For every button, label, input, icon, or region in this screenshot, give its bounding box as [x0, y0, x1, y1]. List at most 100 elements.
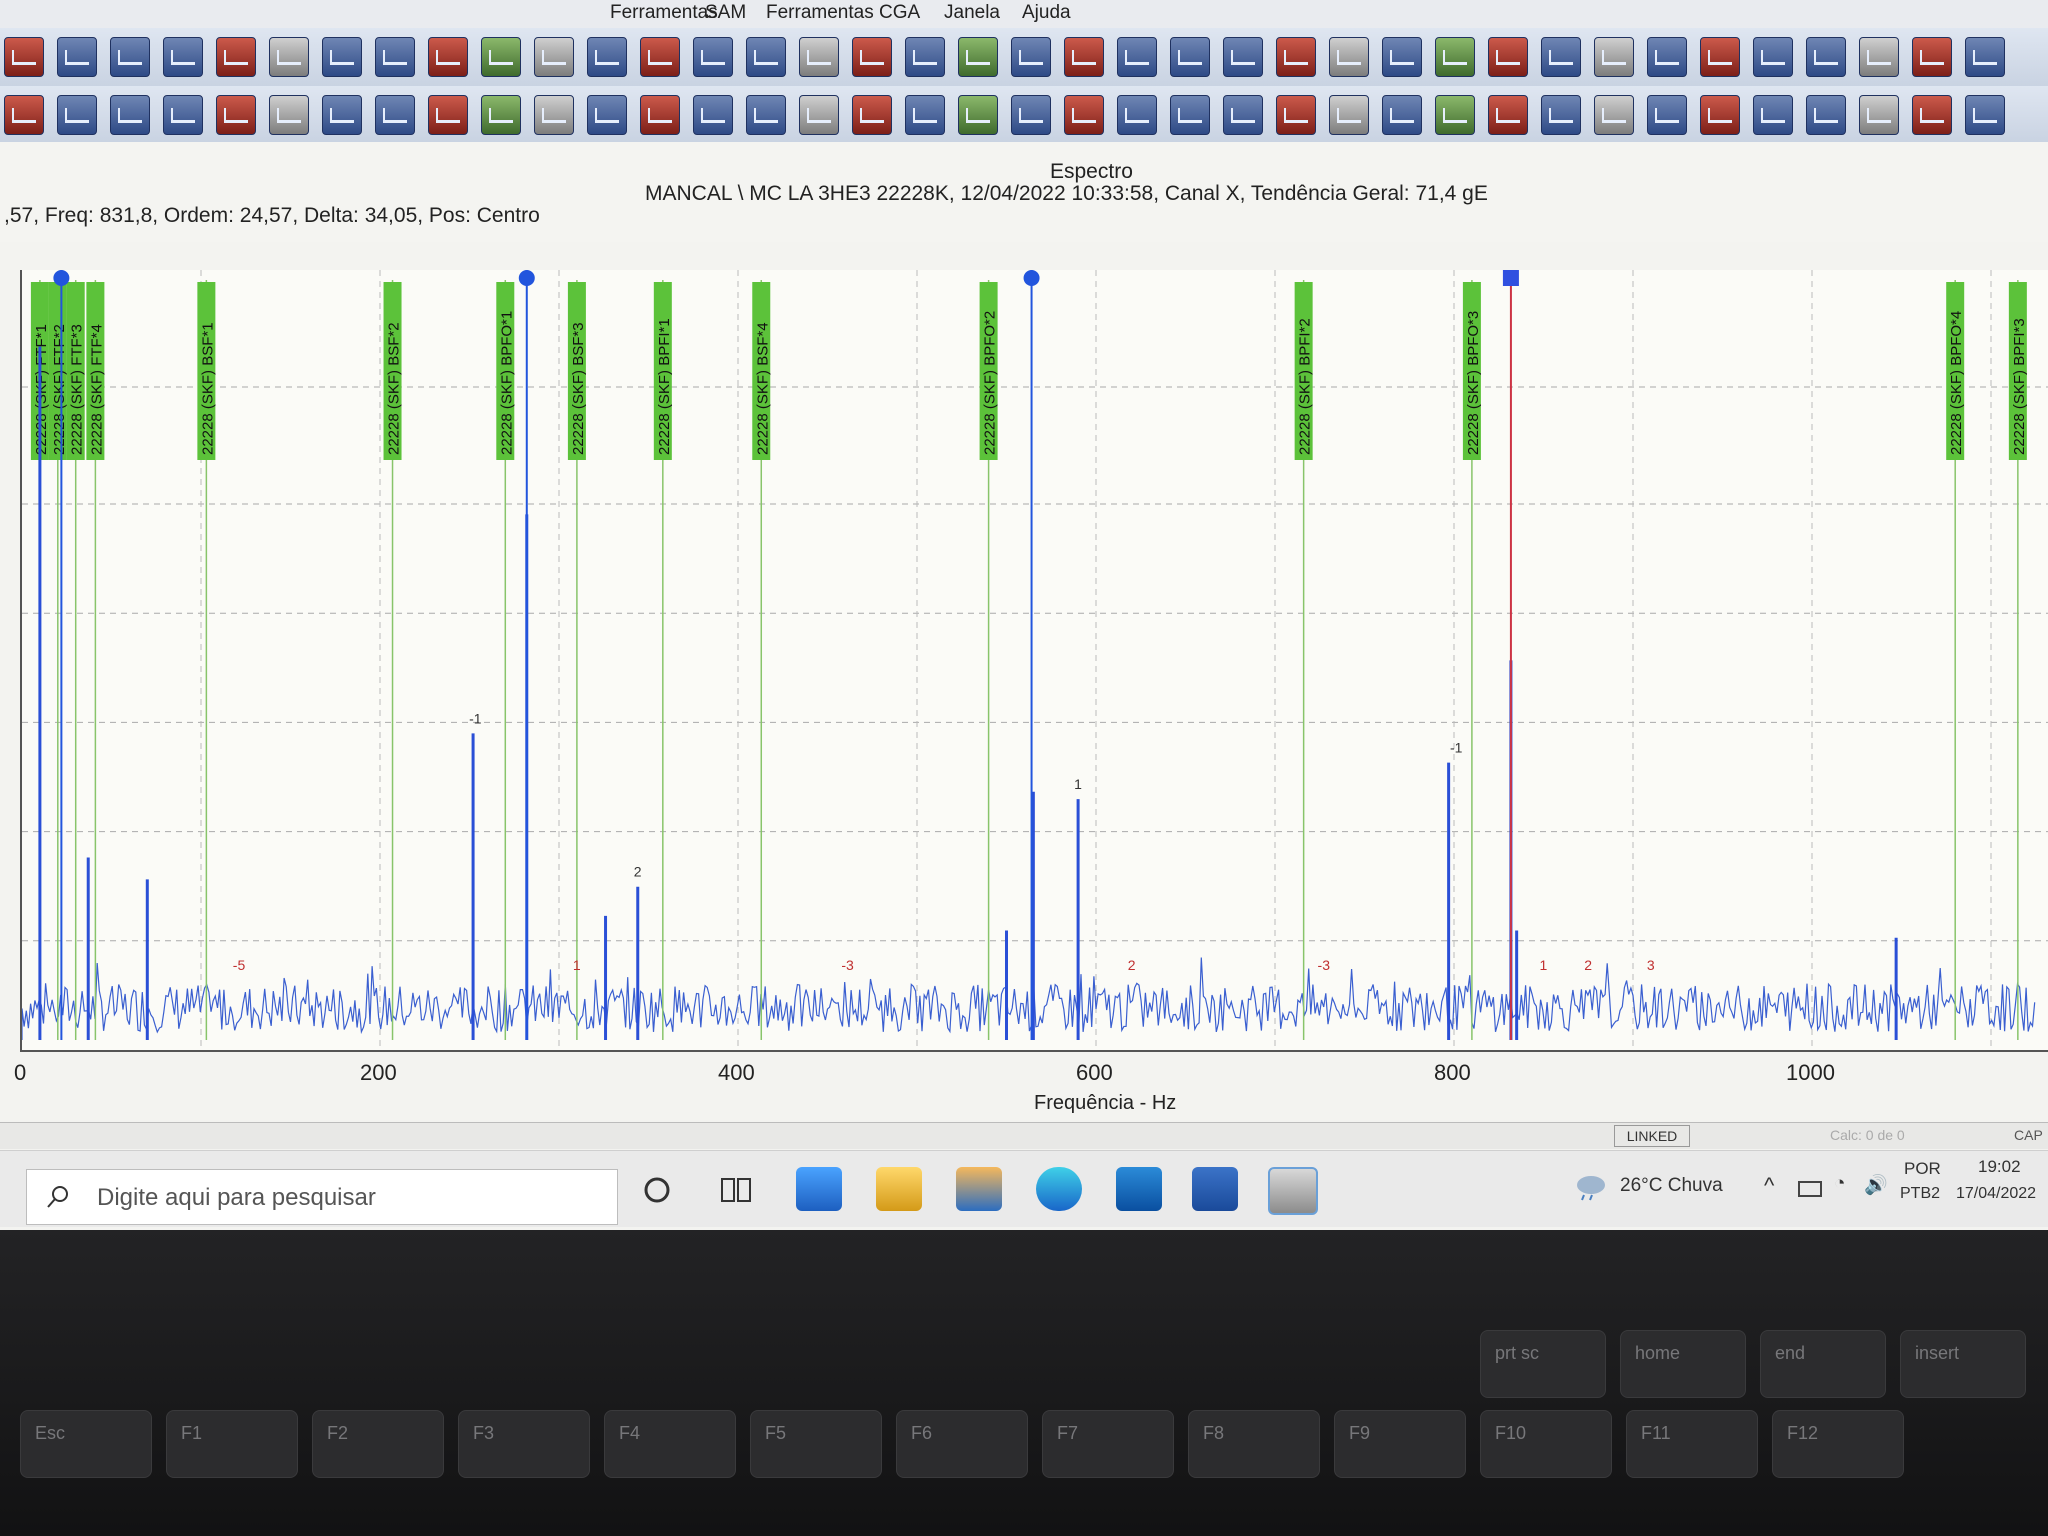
toolbar-tool-icon[interactable]: [1329, 95, 1369, 135]
toolbar-tool-icon[interactable]: [1117, 95, 1157, 135]
toolbar-tool-icon[interactable]: [1223, 95, 1263, 135]
clock-date[interactable]: 17/04/2022: [1956, 1185, 2036, 1203]
outlook-icon[interactable]: [1116, 1167, 1162, 1211]
toolbar-tool-icon[interactable]: [1064, 95, 1104, 135]
menu-item-ajuda[interactable]: Ajuda: [1022, 2, 1071, 24]
toolbar-tool-icon[interactable]: [1382, 95, 1422, 135]
battery-icon[interactable]: [1798, 1181, 1822, 1197]
toolbar-tool-icon[interactable]: [746, 37, 786, 77]
file-explorer-icon[interactable]: [876, 1167, 922, 1211]
toolbar-tool-icon[interactable]: [110, 37, 150, 77]
app-icon[interactable]: [956, 1167, 1002, 1211]
toolbar-tool-icon[interactable]: [1965, 37, 2005, 77]
menu-item-ferramentas[interactable]: Ferramentas: [610, 2, 718, 24]
toolbar-tool-icon[interactable]: [852, 37, 892, 77]
toolbar-tool-icon[interactable]: [216, 95, 256, 135]
toolbar-tool-icon[interactable]: [4, 95, 44, 135]
toolbar-tool-icon[interactable]: [1541, 95, 1581, 135]
toolbar-tool-icon[interactable]: [587, 95, 627, 135]
toolbar-tool-icon[interactable]: [1912, 95, 1952, 135]
cortana-icon[interactable]: [642, 1175, 672, 1205]
toolbar-tool-icon[interactable]: [1011, 95, 1051, 135]
toolbar-tool-icon[interactable]: [322, 95, 362, 135]
toolbar-tool-icon[interactable]: [905, 37, 945, 77]
toolbar-tool-icon[interactable]: [481, 95, 521, 135]
toolbar-tool-icon[interactable]: [428, 95, 468, 135]
toolbar-tool-icon[interactable]: [799, 37, 839, 77]
cursor-handle[interactable]: [518, 270, 535, 286]
toolbar-tool-icon[interactable]: [375, 95, 415, 135]
toolbar-tool-icon[interactable]: [1170, 95, 1210, 135]
toolbar-tool-icon[interactable]: [163, 95, 203, 135]
toolbar-tool-icon[interactable]: [269, 37, 309, 77]
toolbar-tool-icon[interactable]: [1700, 37, 1740, 77]
toolbar-tool-icon[interactable]: [1223, 37, 1263, 77]
cursor-handle[interactable]: [1023, 270, 1040, 286]
toolbar-tool-icon[interactable]: [1965, 95, 2005, 135]
edge-icon[interactable]: [1036, 1167, 1082, 1211]
toolbar-tool-icon[interactable]: [481, 37, 521, 77]
toolbar-tool-icon[interactable]: [1859, 95, 1899, 135]
analysis-app-icon[interactable]: [1268, 1167, 1318, 1215]
word-icon[interactable]: [1192, 1167, 1238, 1211]
toolbar-tool-icon[interactable]: [1859, 37, 1899, 77]
toolbar-tool-icon[interactable]: [216, 37, 256, 77]
taskbar-search-box[interactable]: Digite aqui para pesquisar: [26, 1169, 618, 1225]
toolbar-tool-icon[interactable]: [693, 95, 733, 135]
toolbar-tool-icon[interactable]: [640, 95, 680, 135]
toolbar-tool-icon[interactable]: [57, 37, 97, 77]
toolbar-tool-icon[interactable]: [428, 37, 468, 77]
toolbar-tool-icon[interactable]: [534, 95, 574, 135]
cursor-handle[interactable]: [1502, 270, 1519, 286]
task-view-icon[interactable]: [720, 1175, 754, 1205]
chevron-up-icon[interactable]: ^: [1764, 1173, 1774, 1199]
toolbar-tool-icon[interactable]: [1806, 95, 1846, 135]
toolbar-tool-icon[interactable]: [693, 37, 733, 77]
toolbar-tool-icon[interactable]: [1276, 95, 1316, 135]
toolbar-tool-icon[interactable]: [587, 37, 627, 77]
wifi-icon[interactable]: ◔: [1834, 1173, 1845, 1195]
toolbar-tool-icon[interactable]: [57, 95, 97, 135]
menu-item-sam[interactable]: SAM: [705, 2, 746, 24]
toolbar-tool-icon[interactable]: [269, 95, 309, 135]
toolbar-tool-icon[interactable]: [1011, 37, 1051, 77]
toolbar-tool-icon[interactable]: [110, 95, 150, 135]
toolbar-tool-icon[interactable]: [375, 37, 415, 77]
toolbar-tool-icon[interactable]: [1488, 95, 1528, 135]
language-indicator[interactable]: POR: [1904, 1159, 1941, 1179]
toolbar-tool-icon[interactable]: [1382, 37, 1422, 77]
toolbar-tool-icon[interactable]: [1541, 37, 1581, 77]
toolbar-tool-icon[interactable]: [1806, 37, 1846, 77]
toolbar-tool-icon[interactable]: [958, 37, 998, 77]
toolbar-tool-icon[interactable]: [534, 37, 574, 77]
toolbar-tool-icon[interactable]: [1700, 95, 1740, 135]
toolbar-tool-icon[interactable]: [640, 37, 680, 77]
clock-time[interactable]: 19:02: [1978, 1157, 2021, 1177]
toolbar-tool-icon[interactable]: [958, 95, 998, 135]
internet-explorer-icon[interactable]: [796, 1167, 842, 1211]
toolbar-tool-icon[interactable]: [1435, 37, 1475, 77]
spectrum-svg[interactable]: 22228 (SKF) FTF*1 22228 (SKF) FTF*2 22228 …: [21, 270, 2048, 1050]
toolbar-tool-icon[interactable]: [852, 95, 892, 135]
menu-item-ferramentas-cga[interactable]: Ferramentas CGA: [766, 2, 920, 24]
weather-text[interactable]: 26°C Chuva: [1620, 1175, 1723, 1197]
toolbar-tool-icon[interactable]: [1329, 37, 1369, 77]
toolbar-tool-icon[interactable]: [1064, 37, 1104, 77]
toolbar-tool-icon[interactable]: [1647, 95, 1687, 135]
cursor-handle[interactable]: [53, 270, 70, 286]
toolbar-tool-icon[interactable]: [1753, 37, 1793, 77]
toolbar-tool-icon[interactable]: [163, 37, 203, 77]
menu-item-janela[interactable]: Janela: [944, 2, 1000, 24]
toolbar-tool-icon[interactable]: [4, 37, 44, 77]
toolbar-tool-icon[interactable]: [1912, 37, 1952, 77]
toolbar-tool-icon[interactable]: [1753, 95, 1793, 135]
toolbar-tool-icon[interactable]: [1276, 37, 1316, 77]
toolbar-tool-icon[interactable]: [799, 95, 839, 135]
volume-icon[interactable]: 🔊: [1864, 1173, 1888, 1197]
toolbar-tool-icon[interactable]: [746, 95, 786, 135]
toolbar-tool-icon[interactable]: [1594, 95, 1634, 135]
toolbar-tool-icon[interactable]: [1170, 37, 1210, 77]
toolbar-tool-icon[interactable]: [1488, 37, 1528, 77]
toolbar-tool-icon[interactable]: [1594, 37, 1634, 77]
toolbar-tool-icon[interactable]: [322, 37, 362, 77]
